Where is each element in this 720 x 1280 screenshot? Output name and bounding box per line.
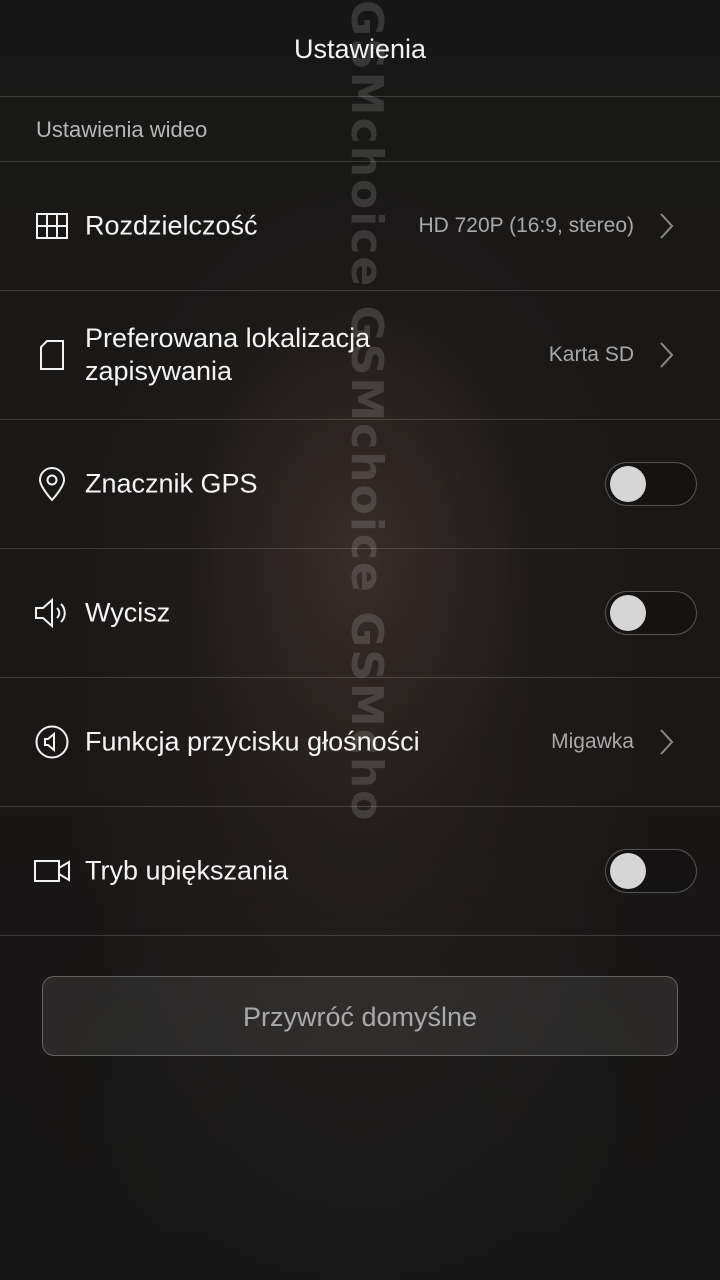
toggle-knob <box>610 466 646 502</box>
setting-label: Rozdzielczość <box>85 210 258 241</box>
setting-row-gps-tag[interactable]: Znacznik GPS <box>0 420 720 549</box>
setting-value: Karta SD <box>548 343 634 366</box>
restore-defaults-button[interactable]: Przywróć domyślne <box>42 976 678 1056</box>
video-camera-icon <box>34 853 70 889</box>
section-title: Ustawienia wideo <box>36 117 208 142</box>
chevron-right-icon <box>656 728 676 756</box>
setting-row-mute[interactable]: Wycisz <box>0 549 720 678</box>
grid-icon <box>34 208 70 244</box>
setting-value: Migawka <box>551 730 634 753</box>
setting-label: Tryb upiększania <box>85 855 289 886</box>
section-header: Ustawienia wideo <box>0 96 720 162</box>
volume-button-icon <box>34 724 70 760</box>
beauty-mode-toggle[interactable] <box>605 849 697 893</box>
gps-toggle[interactable] <box>605 462 697 506</box>
setting-row-storage-location[interactable]: Preferowana lokalizacja zapisywania Kart… <box>0 291 720 420</box>
setting-label: Znacznik GPS <box>85 468 258 499</box>
chevron-right-icon <box>656 212 676 240</box>
mute-toggle[interactable] <box>605 591 697 635</box>
toggle-knob <box>610 853 646 889</box>
location-pin-icon <box>34 466 70 502</box>
toggle-knob <box>610 595 646 631</box>
setting-row-resolution[interactable]: Rozdzielczość HD 720P (16:9, stereo) <box>0 162 720 291</box>
setting-value: HD 720P (16:9, stereo) <box>418 214 634 237</box>
page-title: Ustawienia <box>293 34 427 64</box>
speaker-icon <box>34 595 70 631</box>
setting-row-beauty-mode[interactable]: Tryb upiększania <box>0 807 720 936</box>
setting-row-volume-key-function[interactable]: Funkcja przycisku głośności Migawka <box>0 678 720 807</box>
settings-screen: Ustawienia Ustawienia wideo Rozdzielczoś… <box>0 0 720 1280</box>
setting-label: Wycisz <box>85 597 171 628</box>
document-icon <box>34 337 70 373</box>
setting-label: Funkcja przycisku głośności <box>85 726 420 757</box>
setting-label: Preferowana lokalizacja zapisywania <box>85 323 371 386</box>
chevron-right-icon <box>656 341 676 369</box>
